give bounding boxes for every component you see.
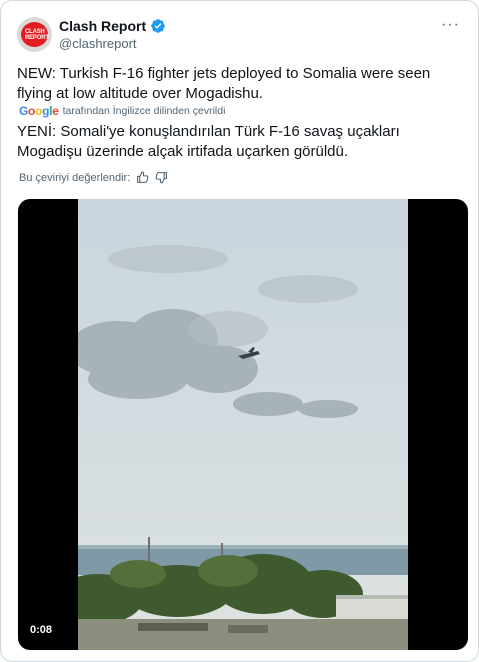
rate-translation: Bu çeviriyi değerlendir:	[19, 171, 168, 184]
more-options-icon[interactable]: ···	[441, 16, 460, 34]
thumbs-up-icon[interactable]	[136, 171, 149, 184]
avatar[interactable]: CLASH REPORT	[17, 17, 52, 52]
translated-text: YENİ: Somali'ye konuşlandırılan Türk F-1…	[17, 123, 400, 160]
rate-translation-label: Bu çeviriyi değerlendir:	[19, 171, 131, 184]
google-logo: Google	[19, 104, 59, 118]
thumbs-down-icon[interactable]	[155, 171, 168, 184]
clash-report-logo: CLASH REPORT	[21, 22, 49, 47]
translation-attribution: Google tarafından İngilizce dilinden çev…	[19, 104, 225, 118]
video-player[interactable]: 0:08	[18, 199, 468, 650]
tweet-text: NEW: Turkish F-16 fighter jets deployed …	[17, 65, 431, 102]
tweet-card: CLASH REPORT Clash Report @clashreport ·…	[0, 0, 479, 662]
author-handle[interactable]: @clashreport	[59, 36, 137, 51]
video-frame	[78, 199, 408, 650]
author-name[interactable]: Clash Report	[59, 18, 146, 34]
video-timestamp: 0:08	[30, 624, 53, 636]
verified-badge-icon	[151, 19, 165, 33]
author-row: Clash Report	[59, 18, 166, 34]
avatar-logo-text: CLASH REPORT	[25, 29, 49, 41]
translation-note[interactable]: tarafından İngilizce dilinden çevrildi	[63, 105, 226, 117]
